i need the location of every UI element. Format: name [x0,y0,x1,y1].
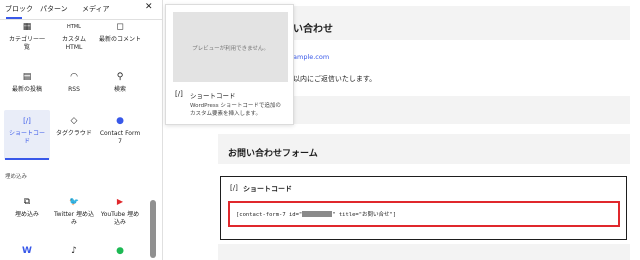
block-item-youtube[interactable]: ▶ YouTube 埋め 込み [98,195,142,227]
tiktok-icon: ♪ [71,246,77,256]
reply-text[interactable]: 以内にご返信いたします。 [293,74,376,84]
block-label: 埋め込み [14,211,39,218]
block-label: 検索 [113,86,126,93]
block-item-custom-html[interactable]: HTML カスタム HTML [52,20,96,52]
tag-icon: ◇ [70,116,78,126]
block-item-embed[interactable]: ⧉ 埋め込み [5,195,49,219]
block-label: RSS [68,86,80,93]
twitter-icon: 🐦 [69,197,79,206]
block-label: ショートコー ド [8,130,45,145]
preview-placeholder: プレビューが利用できません。 [173,12,288,82]
block-label: カテゴリー一 覧 [8,36,45,51]
youtube-icon: ▶ [116,197,124,206]
selected-block-indicator [5,158,49,160]
contact-form-icon: ● [116,116,124,126]
block-inserter-panel: ブロック パターン メディア ✕ ▦ カテゴリー一 覧 HTML カスタム HT… [0,0,163,260]
preview-title: ショートコード [190,92,236,100]
shortcode-block-title: ショートコード [243,185,292,193]
block-item-spotify[interactable]: ● [98,244,142,258]
block-label: 最新の投稿 [11,86,42,93]
block-item-tag-cloud[interactable]: ◇ タグクラウド [52,114,96,138]
block-item-categories[interactable]: ▦ カテゴリー一 覧 [5,20,49,52]
bottom-band [218,244,630,260]
posts-icon: ▤ [22,72,32,82]
tab-patterns[interactable]: パターン [40,4,68,14]
block-item-latest-comments[interactable]: ◻ 最新のコメント [98,20,142,44]
email-link[interactable]: ample.com [293,53,329,61]
inserter-tabs: ブロック パターン メディア ✕ [0,0,163,20]
block-label: カスタム HTML [61,36,86,51]
close-icon[interactable]: ✕ [145,2,153,12]
shortcode-suffix: " title="お問い合せ"] [332,212,397,218]
block-item-tiktok[interactable]: ♪ [52,244,96,258]
block-preview-popover: プレビューが利用できません。 [/] ショートコード WordPress ショー… [165,4,294,125]
section-embed-label: 埋め込み [5,174,28,180]
block-item-twitter[interactable]: 🐦 Twitter 埋め込 み [52,195,96,227]
embed-icon: ⧉ [23,197,31,207]
active-tab-indicator [6,17,22,19]
shortcode-prefix: [contact-form-7 id=" [236,212,303,218]
block-label: タグクラウド [56,130,92,137]
tab-blocks[interactable]: ブロック [5,4,33,14]
html-icon: HTML [67,24,81,30]
block-item-search[interactable]: ⚲ 検索 [98,70,142,94]
preview-unavailable-text: プレビューが利用できません。 [192,46,269,52]
block-item-latest-posts[interactable]: ▤ 最新の投稿 [5,70,49,94]
search-icon: ⚲ [116,72,124,82]
comment-icon: ◻ [116,22,124,32]
block-item-wordpress[interactable]: W [5,244,49,258]
block-label: Twitter 埋め込 み [53,211,95,226]
block-item-rss[interactable]: ◠ RSS [52,70,96,94]
rss-icon: ◠ [70,72,78,82]
block-item-contact-form-7[interactable]: ● Contact Form 7 [98,114,142,146]
scrollbar-thumb[interactable] [150,200,156,258]
shortcode-icon: [/] [175,90,183,98]
shortcode-text[interactable]: [contact-form-7 id=" " title="お問い合せ"] [236,210,396,218]
shortcode-block-icon: [/] [230,184,238,192]
block-label: 最新のコメント [98,36,141,43]
spotify-icon: ● [116,246,124,256]
block-label: Contact Form 7 [99,130,141,145]
redacted-id [302,211,333,217]
block-item-shortcode[interactable]: [/] ショートコー ド [5,114,49,146]
tab-media[interactable]: メディア [82,4,110,14]
grid-icon: ▦ [22,22,32,32]
contact-heading[interactable]: い合わせ [293,20,333,35]
preview-description: WordPress ショートコードで追加の カスタム要素を挿入します。 [190,103,281,117]
block-label: YouTube 埋め 込み [100,211,140,226]
wordpress-icon: W [22,246,32,256]
shortcode-icon: [/] [23,117,31,125]
form-heading[interactable]: お問い合わせフォーム [228,146,318,159]
